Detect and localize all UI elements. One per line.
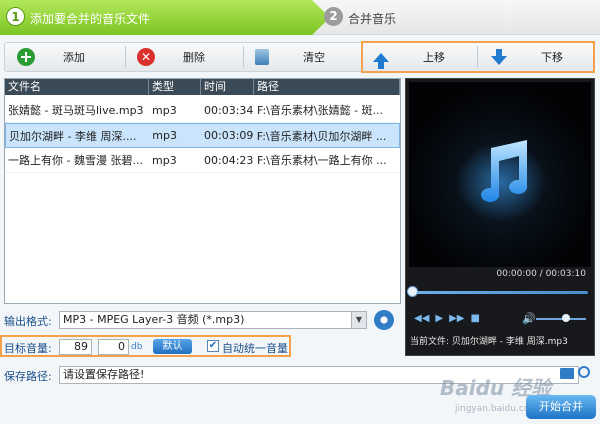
column-header-type[interactable]: 类型 xyxy=(149,79,201,95)
column-header-name[interactable]: 文件名 xyxy=(5,79,149,95)
plus-icon xyxy=(17,48,35,66)
playback-controls: ◀◀ ▶ ▶▶ ■ xyxy=(414,313,480,324)
steps-bar: 1 添加要合并的音乐文件 2 合并音乐 xyxy=(0,0,600,35)
list-header: 文件名 类型 时间 路径 xyxy=(5,79,400,95)
next-icon[interactable]: ▶▶ xyxy=(449,313,464,324)
player-screen xyxy=(409,82,591,267)
media-player: 00:00:00 / 00:03:10 ◀◀ ▶ ▶▶ ■ 🔊 当前文件: 贝加… xyxy=(405,78,595,356)
list-row[interactable]: 一路上有你 - 魏雪漫 张碧... mp3 00:04:23 F:\音乐素材\一… xyxy=(5,148,400,173)
chevron-down-icon[interactable]: ▼ xyxy=(351,312,366,328)
stop-icon[interactable]: ■ xyxy=(470,313,479,324)
cell-type: mp3 xyxy=(152,103,177,117)
delete-x-icon: ✕ xyxy=(137,48,155,66)
cell-time: 00:03:09 xyxy=(204,129,254,142)
cell-name: 一路上有你 - 魏雪漫 张碧... xyxy=(8,154,143,167)
music-note-icon xyxy=(456,140,546,222)
volume-handle[interactable] xyxy=(562,314,570,322)
delete-label: 删除 xyxy=(183,51,205,64)
cell-path: F:\音乐素材\一路上有你 ... xyxy=(257,154,387,167)
delete-button[interactable]: ✕ 删除 xyxy=(137,43,247,71)
auto-volume-label: 自动统一音量 xyxy=(222,342,288,355)
step-number: 2 xyxy=(324,7,343,26)
arrow-up-icon xyxy=(373,52,389,69)
column-header-path[interactable]: 路径 xyxy=(254,79,400,95)
file-list[interactable]: 文件名 类型 时间 路径 张婧懿 - 斑马斑马live.mp3 mp3 00:0… xyxy=(4,78,401,304)
cell-name: 贝加尔湖畔 - 李维 周深.... xyxy=(9,129,137,143)
format-label: 输出格式: xyxy=(4,315,52,328)
add-button[interactable]: 添加 xyxy=(17,43,127,71)
gear-icon[interactable] xyxy=(374,310,394,330)
cell-time: 00:04:23 xyxy=(204,153,254,167)
clear-label: 清空 xyxy=(303,51,325,64)
trash-icon xyxy=(255,49,269,65)
step-merge[interactable]: 2 合并音乐 xyxy=(320,0,520,35)
format-select[interactable]: MP3 - MPEG Layer-3 音频 (*.mp3) ▼ xyxy=(59,311,367,329)
list-row[interactable]: 张婧懿 - 斑马斑马live.mp3 mp3 00:03:34 F:\音乐素材\… xyxy=(5,98,400,123)
arrow-down-icon xyxy=(491,49,507,65)
current-file-name: 贝加尔湖畔 - 李维 周深.mp3 xyxy=(451,337,568,347)
divider xyxy=(477,46,478,68)
clear-button[interactable]: 清空 xyxy=(255,43,355,71)
step-label: 添加要合并的音乐文件 xyxy=(30,12,151,26)
db-input[interactable]: 0 xyxy=(98,339,129,355)
move-down-button[interactable]: 下移 xyxy=(491,43,591,71)
previous-icon[interactable]: ◀◀ xyxy=(414,313,429,324)
search-icon[interactable] xyxy=(578,366,590,378)
divider xyxy=(125,46,126,68)
seek-handle[interactable] xyxy=(407,286,418,297)
play-icon[interactable]: ▶ xyxy=(435,313,443,324)
current-file: 当前文件: 贝加尔湖畔 - 李维 周深.mp3 xyxy=(410,334,568,347)
move-up-label: 上移 xyxy=(423,51,445,64)
divider xyxy=(243,46,244,68)
save-path-label: 保存路径: xyxy=(4,370,52,383)
volume-label: 目标音量: xyxy=(4,342,52,355)
cell-type: mp3 xyxy=(152,129,177,142)
db-unit: db xyxy=(131,342,143,352)
cell-path: F:\音乐素材\张婧懿 - 斑... xyxy=(257,104,384,117)
list-row-selected[interactable]: 贝加尔湖畔 - 李维 周深.... mp3 00:03:09 F:\音乐素材\贝… xyxy=(5,123,400,148)
cell-name: 张婧懿 - 斑马斑马live.mp3 xyxy=(8,104,144,117)
volume-input[interactable]: 89 xyxy=(59,339,92,355)
move-down-label: 下移 xyxy=(541,51,563,64)
cell-type: mp3 xyxy=(152,153,177,167)
volume-slider[interactable] xyxy=(536,318,586,320)
step-add-files[interactable]: 1 添加要合并的音乐文件 xyxy=(0,0,330,35)
default-button[interactable]: 默认 xyxy=(153,339,192,354)
format-value: MP3 - MPEG Layer-3 音频 (*.mp3) xyxy=(63,313,245,326)
add-label: 添加 xyxy=(63,51,85,64)
step-label: 合并音乐 xyxy=(348,12,397,26)
cell-time: 00:03:34 xyxy=(204,103,254,117)
seek-bar[interactable] xyxy=(412,291,588,294)
time-readout: 00:00:00 / 00:03:10 xyxy=(496,269,586,279)
toolbar: 添加 ✕ 删除 清空 上移 下移 xyxy=(4,41,595,73)
move-up-button[interactable]: 上移 xyxy=(373,43,483,71)
step-number: 1 xyxy=(6,7,25,26)
cell-path: F:\音乐素材\贝加尔湖畔 ... xyxy=(256,129,387,143)
current-file-label: 当前文件: xyxy=(410,337,450,347)
column-header-time[interactable]: 时间 xyxy=(201,79,254,95)
volume-icon[interactable]: 🔊 xyxy=(522,312,536,325)
folder-icon[interactable] xyxy=(560,368,574,379)
auto-volume-checkbox[interactable]: ✔ xyxy=(207,340,219,352)
start-merge-button[interactable]: 开始合并 xyxy=(526,395,596,419)
